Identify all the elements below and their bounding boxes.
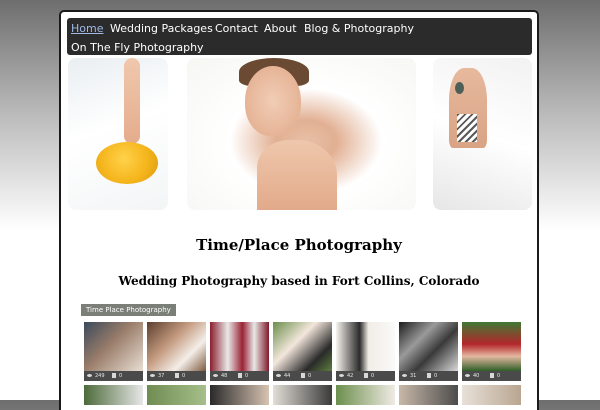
- eye-icon: [339, 374, 344, 377]
- thumbnail-14[interactable]: [462, 385, 521, 405]
- bride-portrait-photo[interactable]: [187, 58, 416, 210]
- thumbnail-1[interactable]: 249 0: [84, 322, 143, 381]
- page-container: Home Wedding Packages Contact About Blog…: [59, 10, 539, 410]
- nav-contact-link[interactable]: Contact: [215, 22, 258, 36]
- eye-icon: [150, 374, 155, 377]
- bride-face: [245, 66, 301, 136]
- nav-wedding-packages-link[interactable]: Wedding Packages: [110, 22, 213, 36]
- bride-shoulder: [257, 140, 337, 210]
- thumbnail-3[interactable]: 48 0: [210, 322, 269, 381]
- bride-back-photo[interactable]: [433, 58, 532, 210]
- eye-icon: [276, 374, 281, 377]
- thumbnail-8[interactable]: [84, 385, 143, 405]
- nav-on-the-fly-link[interactable]: On The Fly Photography: [71, 41, 204, 55]
- nav-home-link[interactable]: Home: [71, 22, 103, 36]
- thumbnail-stats: 40 0: [462, 371, 521, 381]
- thumbnail-stats: 44 0: [273, 371, 332, 381]
- main-nav: Home Wedding Packages Contact About Blog…: [67, 18, 532, 55]
- thumbnail-stats: 31 0: [399, 371, 458, 381]
- thumbnail-5[interactable]: 42 0: [336, 322, 395, 381]
- thumbnail-stats: 37 0: [147, 371, 206, 381]
- thumbnail-stats: 249 0: [84, 371, 143, 381]
- like-count: 0: [245, 373, 249, 379]
- thumbs-up-icon: [238, 373, 242, 378]
- like-count: 0: [119, 373, 123, 379]
- view-count: 31: [410, 373, 417, 379]
- thumbnail-2[interactable]: 37 0: [147, 322, 206, 381]
- album-thumbnails: 249 0 37 0 48 0 44 0 42 0 31 0 40 0: [84, 322, 524, 410]
- album-label[interactable]: Time Place Photography: [81, 304, 176, 316]
- view-count: 44: [284, 373, 291, 379]
- thumbnail-image: [84, 322, 143, 371]
- thumbnail-13[interactable]: [399, 385, 458, 405]
- eye-icon: [213, 374, 218, 377]
- thumbnail-image: [210, 322, 269, 371]
- page-title: Time/Place Photography: [196, 236, 402, 254]
- view-count: 42: [347, 373, 354, 379]
- eye-icon: [465, 374, 470, 377]
- like-count: 0: [182, 373, 186, 379]
- thumbnail-image: [399, 322, 458, 371]
- tattoo: [455, 82, 464, 94]
- bride-arm: [124, 58, 140, 144]
- thumbnail-image: [273, 322, 332, 371]
- thumbs-up-icon: [490, 373, 494, 378]
- thumbs-up-icon: [175, 373, 179, 378]
- thumbs-up-icon: [427, 373, 431, 378]
- dress-corset: [457, 114, 477, 142]
- yellow-bouquet: [96, 142, 158, 184]
- page-subtitle: Wedding Photography based in Fort Collin…: [118, 274, 480, 288]
- thumbnail-stats: 42 0: [336, 371, 395, 381]
- nav-about-link[interactable]: About: [264, 22, 297, 36]
- thumbnail-image: [462, 322, 521, 371]
- nav-blog-photography-link[interactable]: Blog & Photography: [304, 22, 414, 36]
- thumbs-up-icon: [301, 373, 305, 378]
- thumbnail-6[interactable]: 31 0: [399, 322, 458, 381]
- like-count: 0: [434, 373, 438, 379]
- view-count: 37: [158, 373, 165, 379]
- thumbnail-11[interactable]: [273, 385, 332, 405]
- bouquet-photo[interactable]: [68, 58, 168, 210]
- thumbs-up-icon: [112, 373, 116, 378]
- thumbnail-7[interactable]: 40 0: [462, 322, 521, 381]
- thumbnail-4[interactable]: 44 0: [273, 322, 332, 381]
- thumbnail-image: [147, 322, 206, 371]
- thumbnail-9[interactable]: [147, 385, 206, 405]
- thumbnail-stats: 48 0: [210, 371, 269, 381]
- like-count: 0: [308, 373, 312, 379]
- header-photo-strip: [66, 58, 532, 210]
- view-count: 249: [95, 373, 105, 379]
- thumbnail-10[interactable]: [210, 385, 269, 405]
- view-count: 48: [221, 373, 228, 379]
- like-count: 0: [497, 373, 501, 379]
- thumbs-up-icon: [364, 373, 368, 378]
- thumbnail-image: [336, 322, 395, 371]
- eye-icon: [87, 374, 92, 377]
- thumbnail-12[interactable]: [336, 385, 395, 405]
- eye-icon: [402, 374, 407, 377]
- like-count: 0: [371, 373, 375, 379]
- view-count: 40: [473, 373, 480, 379]
